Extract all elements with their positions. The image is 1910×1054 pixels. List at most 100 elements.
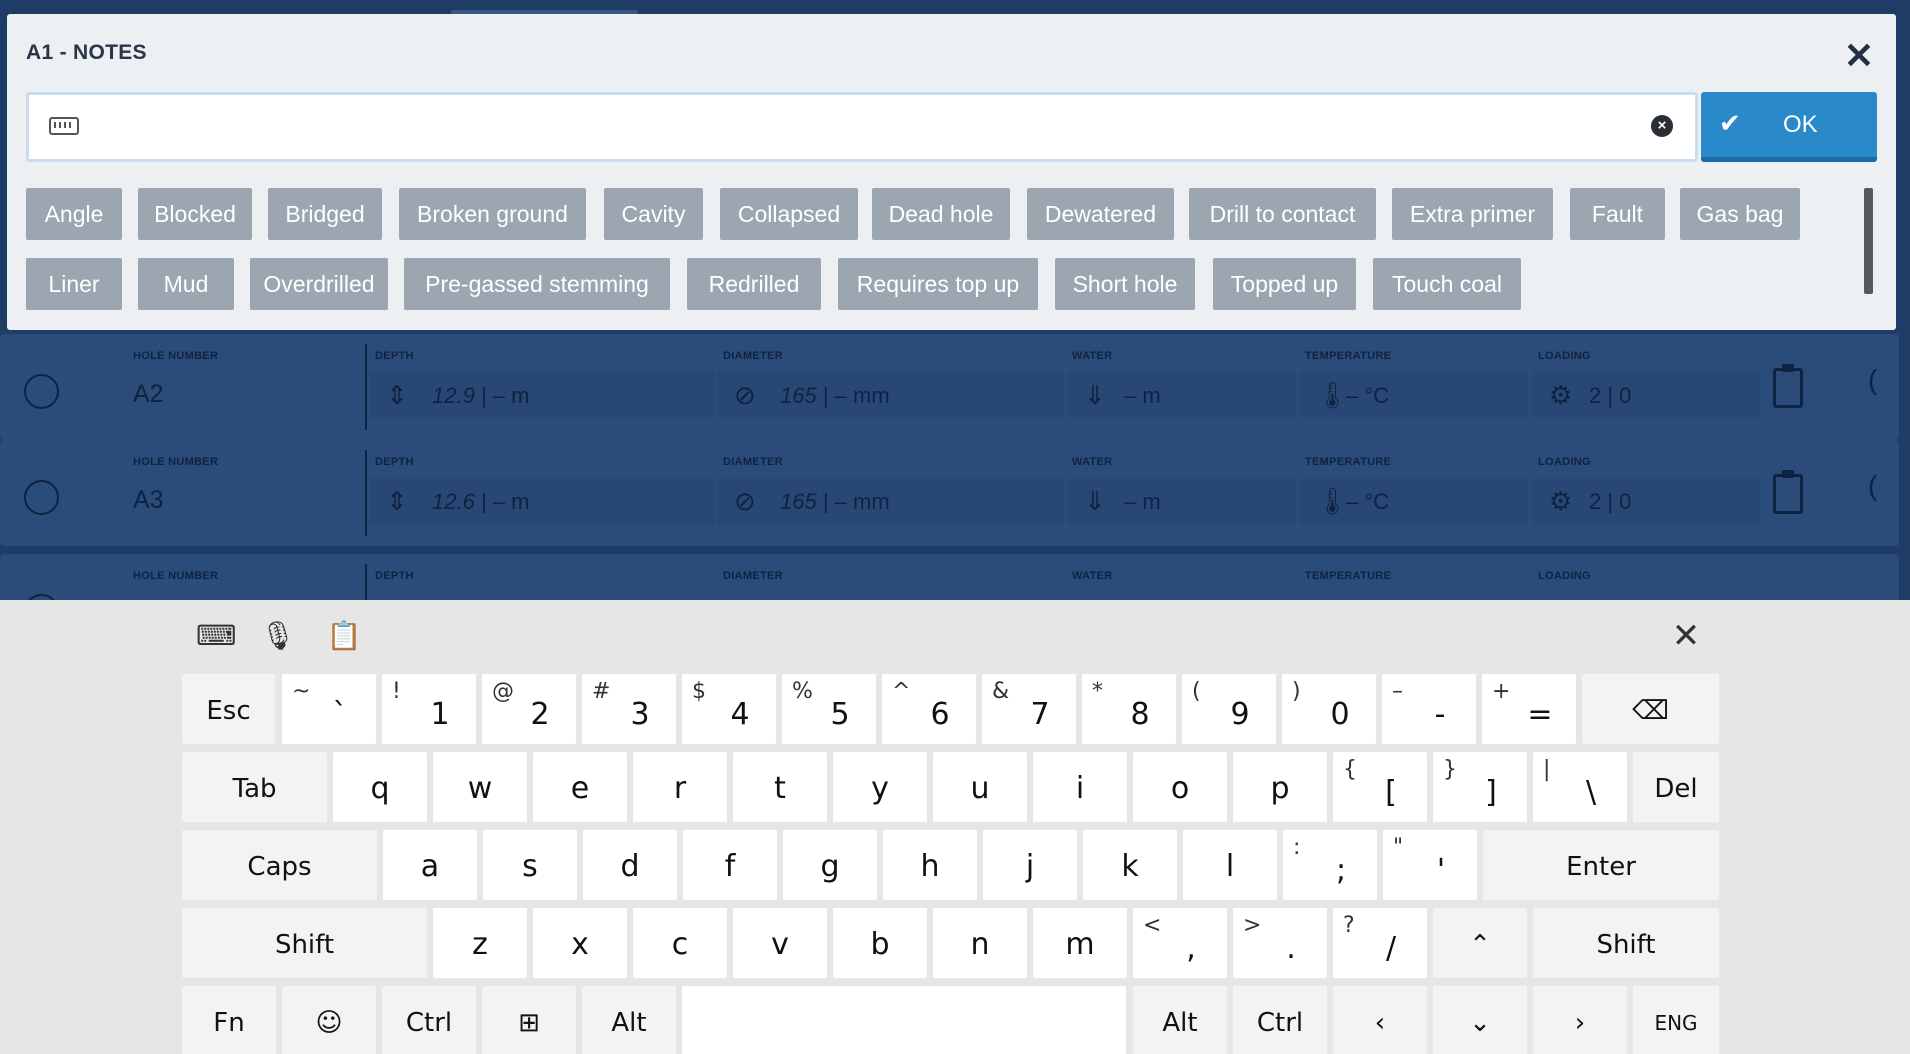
key-b[interactable]: b — [833, 908, 927, 978]
note-chip[interactable]: Dead hole — [872, 188, 1010, 240]
key-esc[interactable]: Esc — [182, 674, 275, 744]
key-tab[interactable]: Tab — [182, 752, 327, 822]
note-chip[interactable]: Requires top up — [838, 258, 1038, 310]
key-backspace[interactable]: ⌫ — [1582, 674, 1719, 744]
note-chip[interactable]: Mud — [138, 258, 234, 310]
note-chip[interactable]: Overdrilled — [250, 258, 388, 310]
key-z[interactable]: z — [433, 908, 527, 978]
close-icon[interactable]: ✕ — [1839, 36, 1879, 76]
clipboard-icon[interactable] — [1773, 470, 1803, 514]
key-a[interactable]: a — [383, 830, 477, 900]
key-emoji[interactable]: ☺ — [282, 986, 376, 1054]
key-shift-left[interactable]: Shift — [182, 908, 427, 978]
temperature-field[interactable]: 🌡 – °C — [1300, 478, 1528, 524]
key-5[interactable]: % 5 — [782, 674, 876, 744]
clear-input-icon[interactable]: × — [1651, 115, 1673, 137]
note-chip[interactable]: Redrilled — [687, 258, 821, 310]
key-9[interactable]: (9 — [1182, 674, 1276, 744]
note-chip[interactable]: Topped up — [1213, 258, 1356, 310]
key-8[interactable]: * 8 — [1082, 674, 1176, 744]
key-quote[interactable]: " ' — [1383, 830, 1477, 900]
key-6[interactable]: ^ 6 — [882, 674, 976, 744]
key-del[interactable]: Del — [1633, 752, 1719, 822]
key-q[interactable]: q — [333, 752, 427, 822]
key-minus[interactable]: – - — [1382, 674, 1476, 744]
keyboard-close-icon[interactable]: ✕ — [1668, 618, 1704, 654]
note-chip[interactable]: Touch coal — [1373, 258, 1521, 310]
key-2[interactable]: @2 — [482, 674, 576, 744]
chip-scrollbar[interactable] — [1864, 188, 1873, 294]
key-slash[interactable]: ? / — [1333, 908, 1427, 978]
key-right-bracket[interactable]: }] — [1433, 752, 1527, 822]
clipboard-icon[interactable] — [1773, 364, 1803, 408]
note-chip[interactable]: Collapsed — [720, 188, 858, 240]
key-comma[interactable]: <, — [1133, 908, 1227, 978]
key-period[interactable]: >. — [1233, 908, 1327, 978]
note-chip[interactable]: Cavity — [604, 188, 703, 240]
note-chip[interactable]: Blocked — [138, 188, 252, 240]
row-radio[interactable] — [24, 480, 59, 515]
key-windows[interactable]: ⊞ — [482, 986, 576, 1054]
key-p[interactable]: p — [1233, 752, 1327, 822]
hole-row-a2[interactable]: HOLE NUMBER A2 DEPTH ⇕ 12.9 | – m DIAMET… — [0, 334, 1899, 440]
key-n[interactable]: n — [933, 908, 1027, 978]
key-t[interactable]: t — [733, 752, 827, 822]
key-left-arrow[interactable]: ‹ — [1333, 986, 1427, 1054]
water-field[interactable]: ⇓ – m — [1068, 478, 1296, 524]
key-m[interactable]: m — [1033, 908, 1127, 978]
key-language[interactable]: ENG — [1633, 986, 1719, 1054]
note-chip[interactable]: Broken ground — [399, 188, 586, 240]
keyboard-icon[interactable] — [49, 117, 79, 135]
key-shift-right[interactable]: Shift — [1533, 908, 1719, 978]
diameter-field[interactable]: ⊘ 165 | – mm — [718, 372, 1063, 418]
key-d[interactable]: d — [583, 830, 677, 900]
row-radio[interactable] — [24, 374, 59, 409]
key-e[interactable]: e — [533, 752, 627, 822]
loading-field[interactable]: ⚙ 2 | 0 — [1533, 372, 1761, 418]
depth-field[interactable]: ⇕ 12.9 | – m — [370, 372, 715, 418]
key-o[interactable]: o — [1133, 752, 1227, 822]
key-4[interactable]: $4 — [682, 674, 776, 744]
key-space[interactable] — [682, 986, 1126, 1054]
key-r[interactable]: r — [633, 752, 727, 822]
note-chip[interactable]: Fault — [1570, 188, 1665, 240]
note-chip[interactable]: Short hole — [1055, 258, 1195, 310]
key-k[interactable]: k — [1083, 830, 1177, 900]
key-l[interactable]: l — [1183, 830, 1277, 900]
microphone-icon[interactable]: 🎙 — [260, 618, 296, 654]
key-g[interactable]: g — [783, 830, 877, 900]
key-7[interactable]: & 7 — [982, 674, 1076, 744]
note-chip[interactable]: Extra primer — [1392, 188, 1553, 240]
key-ctrl-right[interactable]: Ctrl — [1233, 986, 1327, 1054]
note-chip[interactable]: Dewatered — [1027, 188, 1174, 240]
note-chip[interactable]: Pre-gassed stemming — [404, 258, 670, 310]
note-chip[interactable]: Drill to contact — [1189, 188, 1376, 240]
key-backslash[interactable]: | \ — [1533, 752, 1627, 822]
diameter-field[interactable]: ⊘ 165 | – mm — [718, 478, 1063, 524]
key-alt-left[interactable]: Alt — [582, 986, 676, 1054]
key-i[interactable]: i — [1033, 752, 1127, 822]
key-alt-right[interactable]: Alt — [1133, 986, 1227, 1054]
key-left-bracket[interactable]: {[ — [1333, 752, 1427, 822]
key-0[interactable]: ) 0 — [1282, 674, 1376, 744]
key-f[interactable]: f — [683, 830, 777, 900]
expand-icon[interactable]: ( — [1868, 470, 1877, 502]
key-down-arrow[interactable]: ⌄ — [1433, 986, 1527, 1054]
key-semicolon[interactable]: :; — [1283, 830, 1377, 900]
key-fn[interactable]: Fn — [182, 986, 276, 1054]
key-w[interactable]: w — [433, 752, 527, 822]
key-enter[interactable]: Enter — [1483, 830, 1719, 900]
key-up-arrow[interactable]: ⌃ — [1433, 908, 1527, 978]
notes-input[interactable] — [99, 103, 1619, 151]
note-chip[interactable]: Angle — [26, 188, 122, 240]
key-s[interactable]: s — [483, 830, 577, 900]
key-3[interactable]: #3 — [582, 674, 676, 744]
expand-icon[interactable]: ( — [1868, 364, 1877, 396]
key-x[interactable]: x — [533, 908, 627, 978]
key-right-arrow[interactable]: › — [1533, 986, 1627, 1054]
key-caps[interactable]: Caps — [182, 830, 377, 900]
key-ctrl-left[interactable]: Ctrl — [382, 986, 476, 1054]
ok-button[interactable]: ✔ OK — [1701, 92, 1877, 162]
note-chip[interactable]: Gas bag — [1680, 188, 1800, 240]
water-field[interactable]: ⇓ – m — [1068, 372, 1296, 418]
